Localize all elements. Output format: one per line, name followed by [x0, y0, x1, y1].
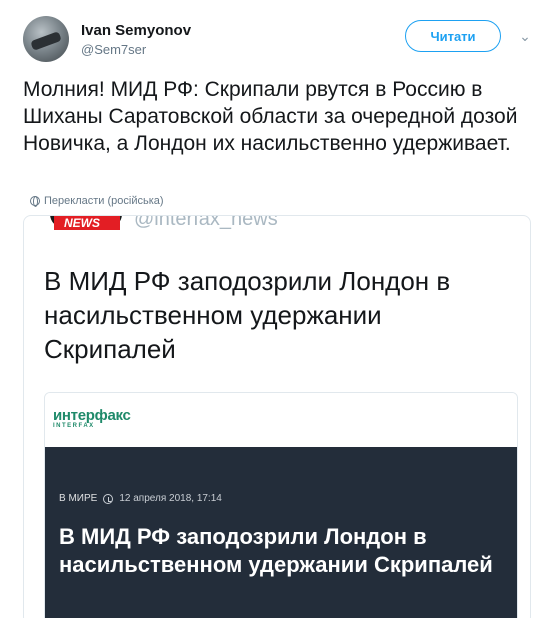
- avatar[interactable]: [23, 16, 69, 62]
- quoted-handle: @interfax_news: [134, 216, 278, 230]
- user-name[interactable]: Ivan Semyonov: [81, 22, 191, 39]
- news-logo: NEWS: [50, 216, 122, 236]
- card-category: В МИРЕ: [59, 493, 98, 504]
- card-image: В МИРЕ 12 апреля 2018, 17:14 В МИД РФ за…: [45, 447, 517, 618]
- quoted-tweet[interactable]: NEWS @interfax_news В МИД РФ заподозрили…: [23, 215, 531, 618]
- quoted-header: NEWS @interfax_news: [24, 216, 530, 238]
- tweet-header: Ivan Semyonov @Sem7ser Читати ⌄: [23, 16, 533, 66]
- card-logo-area: интерфакс INTERFAX: [45, 393, 517, 447]
- interfax-logo: интерфакс INTERFAX: [53, 407, 131, 429]
- card-date: 12 апреля 2018, 17:14: [119, 493, 222, 504]
- link-card[interactable]: интерфакс INTERFAX В МИРЕ 12 апреля 2018…: [44, 392, 518, 618]
- clock-icon: [103, 493, 114, 504]
- card-meta: В МИРЕ 12 апреля 2018, 17:14: [59, 493, 222, 504]
- follow-button[interactable]: Читати: [405, 20, 501, 52]
- tweet-text: Молния! МИД РФ: Скрипали рвутся в Россию…: [23, 78, 518, 155]
- quoted-text: В МИД РФ заподозрили Лондон в насильстве…: [44, 266, 451, 364]
- translate-link[interactable]: Перекласти (російська): [30, 195, 164, 207]
- translate-label: Перекласти (російська): [44, 195, 164, 207]
- card-title: В МИД РФ заподозрили Лондон в насильстве…: [59, 524, 493, 577]
- user-handle[interactable]: @Sem7ser: [81, 42, 146, 57]
- globe-icon: [30, 196, 40, 207]
- chevron-down-icon[interactable]: ⌄: [517, 28, 533, 44]
